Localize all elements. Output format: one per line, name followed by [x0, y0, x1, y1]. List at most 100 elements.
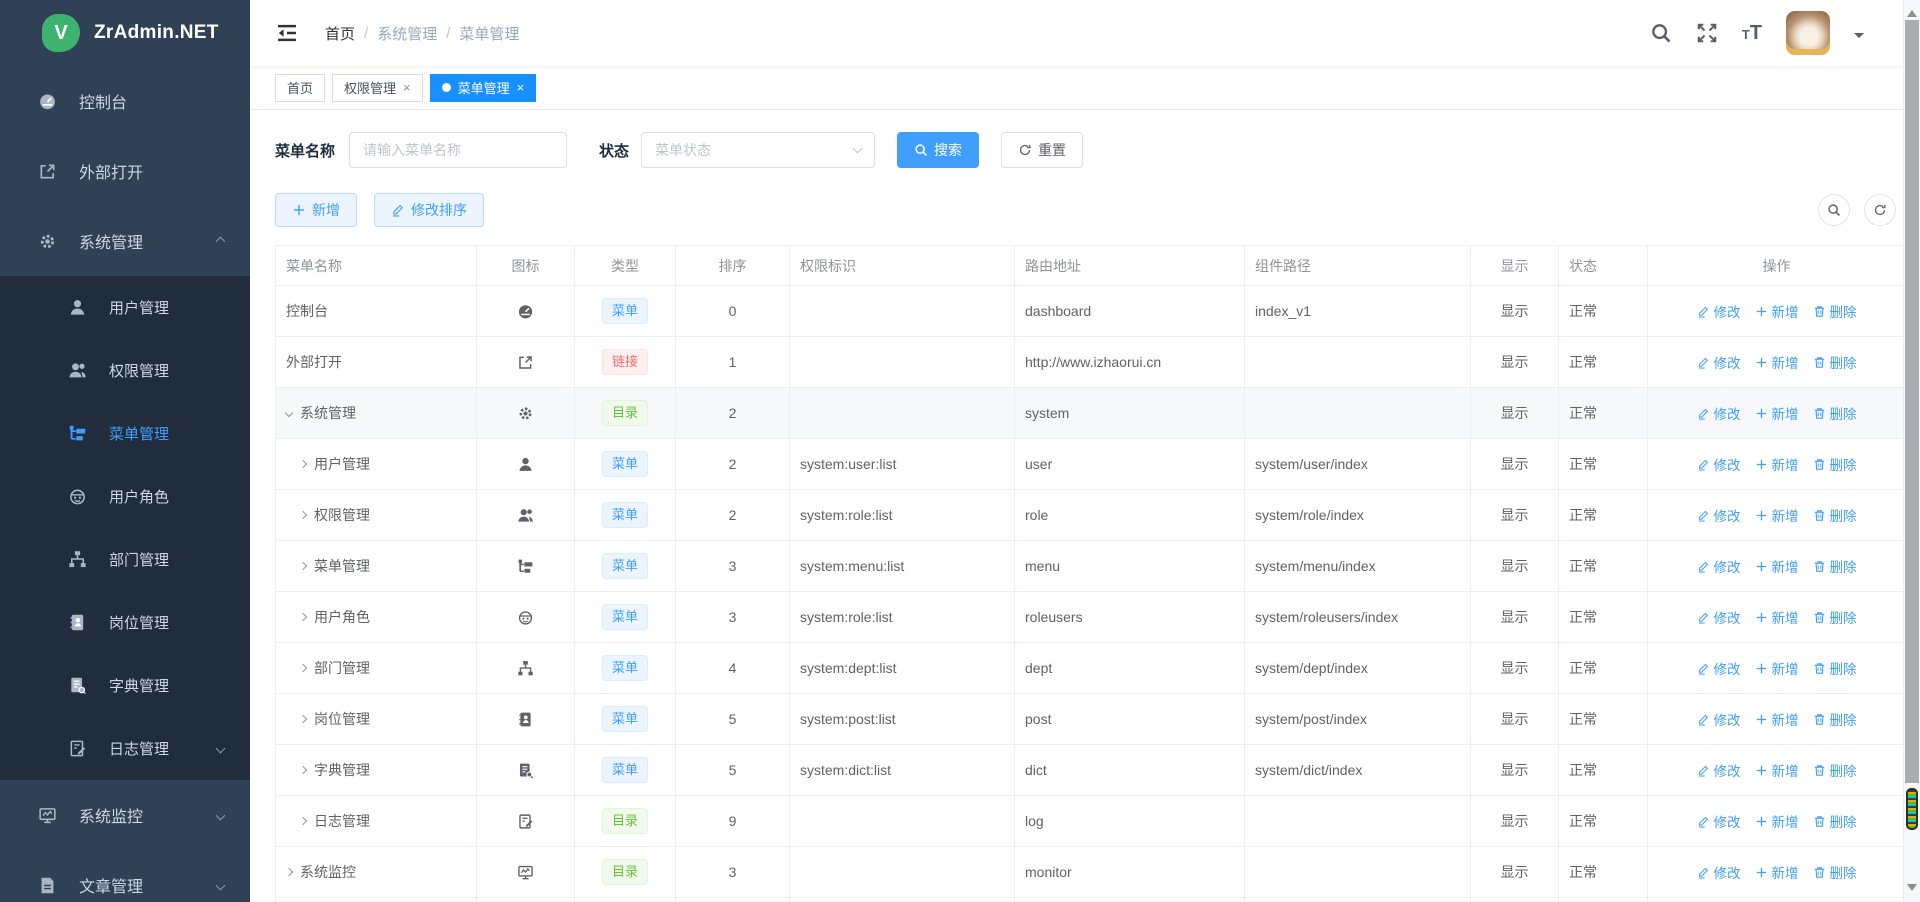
delete-link[interactable]: 删除	[1813, 556, 1857, 576]
table-row: 部门管理菜单4system:dept:listdeptsystem/dept/i…	[276, 643, 1906, 694]
cell-component: system/dept/index	[1245, 643, 1471, 694]
edit-link[interactable]: 修改	[1697, 709, 1741, 729]
row-expand-icon[interactable]	[285, 409, 293, 417]
sidebar-item-dict[interactable]: 字典管理	[0, 654, 250, 717]
add-link[interactable]: 新增	[1755, 352, 1799, 372]
row-expand-icon[interactable]	[299, 460, 307, 468]
menu-name-input[interactable]	[349, 132, 567, 168]
sort-edit-button[interactable]: 修改排序	[374, 193, 484, 227]
row-expand-icon[interactable]	[285, 868, 293, 876]
sidebar-item-dept[interactable]: 部门管理	[0, 528, 250, 591]
delete-link[interactable]: 删除	[1813, 607, 1857, 627]
window-scrollbar[interactable]	[1903, 0, 1920, 902]
cell-type: 菜单	[575, 286, 676, 337]
add-link[interactable]: 新增	[1755, 709, 1799, 729]
breadcrumb-home[interactable]: 首页	[325, 23, 355, 44]
add-link[interactable]: 新增	[1755, 556, 1799, 576]
page-content: 菜单名称 状态 菜单状态 搜索 重置	[250, 110, 1920, 902]
row-expand-icon[interactable]	[299, 715, 307, 723]
row-expand-icon[interactable]	[299, 613, 307, 621]
edit-link[interactable]: 修改	[1697, 454, 1741, 474]
cell-type: 菜单	[575, 643, 676, 694]
app-logo: V ZrAdmin.NET	[0, 0, 250, 66]
tab-close-icon[interactable]: ×	[517, 81, 525, 94]
search-icon[interactable]	[1650, 22, 1672, 44]
add-link[interactable]: 新增	[1755, 505, 1799, 525]
add-link[interactable]: 新增	[1755, 658, 1799, 678]
delete-link[interactable]: 删除	[1813, 403, 1857, 423]
delete-link[interactable]: 删除	[1813, 352, 1857, 372]
row-expand-icon[interactable]	[299, 562, 307, 570]
add-button[interactable]: 新增	[275, 193, 357, 227]
add-link[interactable]: 新增	[1755, 454, 1799, 474]
add-link[interactable]: 新增	[1755, 760, 1799, 780]
tab-close-icon[interactable]: ×	[403, 81, 411, 94]
logo-icon: V	[42, 14, 80, 52]
add-link[interactable]: 新增	[1755, 403, 1799, 423]
user-avatar[interactable]	[1786, 11, 1830, 55]
sidebar-collapse-icon[interactable]	[275, 22, 299, 44]
add-link[interactable]: 新增	[1755, 862, 1799, 882]
font-size-icon[interactable]: TT	[1742, 23, 1762, 43]
sidebar-item-monitor[interactable]: 系统监控	[0, 780, 250, 850]
user-menu-caret-icon[interactable]	[1854, 33, 1864, 43]
delete-link[interactable]: 删除	[1813, 709, 1857, 729]
edit-link[interactable]: 修改	[1697, 352, 1741, 372]
tab-1[interactable]: 权限管理×	[332, 74, 423, 102]
add-link[interactable]: 新增	[1755, 301, 1799, 321]
sidebar-item-log[interactable]: 日志管理	[0, 717, 250, 780]
sidebar-item-system[interactable]: 系统管理	[0, 206, 250, 276]
column-header-perm: 权限标识	[790, 246, 1015, 286]
table-search-button[interactable]	[1818, 194, 1850, 226]
edit-link[interactable]: 修改	[1697, 760, 1741, 780]
cell-perm	[790, 286, 1015, 337]
delete-link[interactable]: 删除	[1813, 862, 1857, 882]
reset-button[interactable]: 重置	[1001, 132, 1083, 168]
fullscreen-icon[interactable]	[1696, 22, 1718, 44]
status-select[interactable]: 菜单状态	[641, 132, 875, 168]
tab-0[interactable]: 首页	[275, 74, 325, 102]
row-expand-icon[interactable]	[299, 511, 307, 519]
sidebar-item-external[interactable]: 外部打开	[0, 136, 250, 206]
add-link[interactable]: 新增	[1755, 607, 1799, 627]
table-row: 外部打开链接1http://www.izhaorui.cn显示正常 修改 新增 …	[276, 337, 1906, 388]
edit-link[interactable]: 修改	[1697, 862, 1741, 882]
search-button[interactable]: 搜索	[897, 132, 979, 168]
row-expand-icon[interactable]	[299, 817, 307, 825]
sidebar-item-menu[interactable]: 菜单管理	[0, 402, 250, 465]
sidebar-item-post[interactable]: 岗位管理	[0, 591, 250, 654]
delete-link[interactable]: 删除	[1813, 658, 1857, 678]
table-row: 菜单管理菜单3system:menu:listmenusystem/menu/i…	[276, 541, 1906, 592]
sidebar-item-roleusers[interactable]: 用户角色	[0, 465, 250, 528]
scrollbar-down-arrow-icon[interactable]	[1907, 884, 1917, 896]
edit-link[interactable]: 修改	[1697, 607, 1741, 627]
row-expand-icon[interactable]	[299, 664, 307, 672]
tab-2-active[interactable]: 菜单管理×	[430, 74, 537, 102]
edit-link[interactable]: 修改	[1697, 505, 1741, 525]
delete-link[interactable]: 删除	[1813, 505, 1857, 525]
edit-link[interactable]: 修改	[1697, 556, 1741, 576]
table-refresh-button[interactable]	[1864, 194, 1896, 226]
scrollbar-thumb[interactable]	[1905, 20, 1919, 783]
edit-link[interactable]: 修改	[1697, 658, 1741, 678]
edit-link[interactable]: 修改	[1697, 301, 1741, 321]
scrollbar-marker	[1906, 788, 1918, 830]
add-link[interactable]: 新增	[1755, 811, 1799, 831]
delete-link[interactable]: 删除	[1813, 301, 1857, 321]
delete-link[interactable]: 删除	[1813, 760, 1857, 780]
row-expand-icon[interactable]	[299, 766, 307, 774]
sidebar-item-role[interactable]: 权限管理	[0, 339, 250, 402]
cell-component: system/roleusers/index	[1245, 592, 1471, 643]
type-tag: 菜单	[602, 757, 648, 783]
sidebar-item-console[interactable]: 控制台	[0, 66, 250, 136]
cell-ops: 修改 新增 删除	[1648, 796, 1906, 847]
delete-link[interactable]: 删除	[1813, 811, 1857, 831]
menu-name-cell: 日志管理	[314, 811, 370, 831]
edit-link[interactable]: 修改	[1697, 811, 1741, 831]
cell-perm: system:menu:list	[790, 541, 1015, 592]
delete-link[interactable]: 删除	[1813, 454, 1857, 474]
edit-link[interactable]: 修改	[1697, 403, 1741, 423]
sidebar-item-article[interactable]: 文章管理	[0, 850, 250, 902]
scrollbar-up-arrow-icon[interactable]	[1907, 5, 1917, 17]
sidebar-item-user[interactable]: 用户管理	[0, 276, 250, 339]
